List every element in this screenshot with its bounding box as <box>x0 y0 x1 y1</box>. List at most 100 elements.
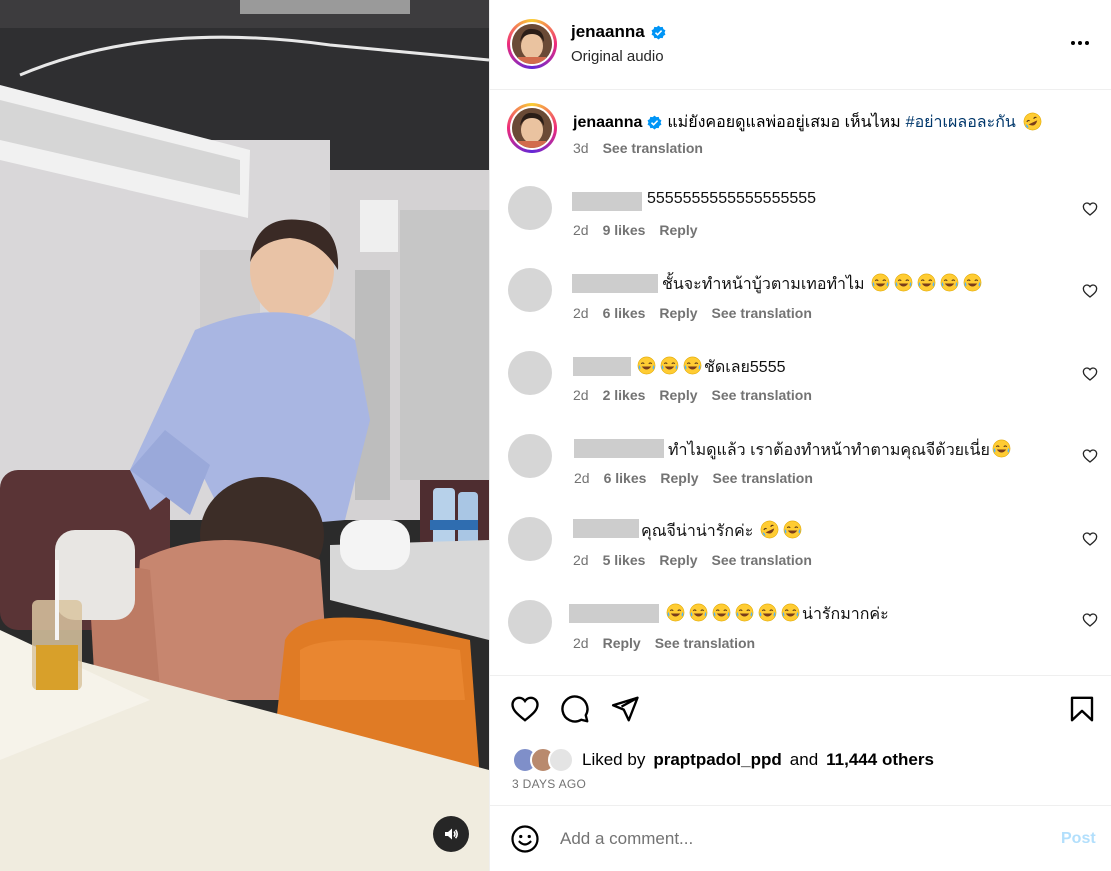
comment-input[interactable] <box>560 826 1040 852</box>
caption-see-translation[interactable]: See translation <box>603 140 703 156</box>
caption-text: แม่ยังคอยดูแลพ่ออยู่เสมอ เห็นไหม <box>667 114 901 131</box>
see-translation-button[interactable]: See translation <box>712 305 812 321</box>
comment-age[interactable]: 2d <box>573 635 589 651</box>
caption-avatar[interactable] <box>507 103 557 153</box>
audio-label[interactable]: Original audio <box>571 48 664 65</box>
comment-text: ชัดเลย5555 <box>635 355 786 380</box>
caption-username[interactable]: jenaanna <box>573 114 642 132</box>
joy-emoji-icon <box>779 603 802 623</box>
comment-age[interactable]: 2d <box>573 387 589 403</box>
bookmark-icon[interactable] <box>1067 694 1097 724</box>
comment-likes[interactable]: 6 likes <box>603 305 646 321</box>
comment-likes[interactable]: 5 likes <box>603 552 646 568</box>
volume-button[interactable] <box>433 816 469 852</box>
reply-button[interactable]: Reply <box>659 222 697 238</box>
heart-icon[interactable] <box>510 694 540 724</box>
share-icon[interactable] <box>610 694 640 724</box>
commenter-username-redacted[interactable] <box>569 604 659 623</box>
joy-emoji-icon <box>756 603 779 623</box>
heart-icon[interactable] <box>1082 612 1098 628</box>
heart-icon[interactable] <box>1082 448 1098 464</box>
joy-emoji-icon <box>990 439 1013 459</box>
verified-icon <box>647 115 662 130</box>
comment-age[interactable]: 2d <box>574 470 590 486</box>
comment-meta: 2d 2 likes Reply See translation <box>573 387 812 403</box>
post-actions: Liked by praptpadol_ppd and 11,444 other… <box>490 675 1111 806</box>
reply-button[interactable]: Reply <box>659 552 697 568</box>
more-options-button[interactable] <box>1066 33 1094 53</box>
see-translation-button[interactable]: See translation <box>712 552 812 568</box>
comment: ชั้นจะทำหน้าบู้วตามเทอทำไม 2d 6 likes Re… <box>490 268 1111 348</box>
joy-emoji-icon <box>961 273 984 293</box>
commenter-username-redacted[interactable] <box>572 192 642 211</box>
heart-icon[interactable] <box>1082 366 1098 382</box>
see-translation-button[interactable]: See translation <box>712 387 812 403</box>
comment: คุณจีน่าน่ารักค่ะ 2d 5 likes Reply See t… <box>490 517 1111 597</box>
heart-icon[interactable] <box>1082 531 1098 547</box>
liked-by-others[interactable]: 11,444 others <box>826 750 934 770</box>
comment: 5555555555555555555 2d 9 likes Reply <box>490 186 1111 266</box>
commenter-avatar[interactable] <box>508 600 552 644</box>
joy-emoji-icon <box>658 356 681 376</box>
author-username-row: jenaanna <box>571 22 666 42</box>
commenter-avatar[interactable] <box>508 351 552 395</box>
likes-summary: Liked by praptpadol_ppd and 11,444 other… <box>512 747 934 773</box>
comment-age[interactable]: 2d <box>573 552 589 568</box>
post-comment-button[interactable]: Post <box>1061 830 1096 848</box>
commenter-username-redacted[interactable] <box>572 274 658 293</box>
post-header: jenaanna Original audio <box>490 0 1111 90</box>
commenter-username-redacted[interactable] <box>574 439 664 458</box>
comment-composer: Post <box>490 806 1111 871</box>
caption: jenaanna แม่ยังคอยดูแลพ่ออยู่เสมอ เห็นไห… <box>573 110 1044 135</box>
commenter-username-redacted[interactable] <box>573 519 639 538</box>
heart-icon[interactable] <box>1082 283 1098 299</box>
comment-meta: 2d 6 likes Reply See translation <box>573 305 812 321</box>
commenter-username-redacted[interactable] <box>573 357 631 376</box>
joy-emoji-icon <box>687 603 710 623</box>
volume-icon <box>445 828 458 840</box>
verified-icon <box>651 25 666 39</box>
see-translation-button[interactable]: See translation <box>713 470 813 486</box>
comment-text: 5555555555555555555 <box>647 190 817 207</box>
reply-button[interactable]: Reply <box>660 470 698 486</box>
comment-age[interactable]: 2d <box>573 305 589 321</box>
reply-button[interactable]: Reply <box>659 387 697 403</box>
video-player[interactable] <box>0 0 489 871</box>
comment-likes[interactable]: 6 likes <box>604 470 647 486</box>
author-username[interactable]: jenaanna <box>571 22 645 42</box>
reply-button[interactable]: Reply <box>659 305 697 321</box>
comment-meta: 2d 9 likes Reply <box>573 222 698 238</box>
comment-age[interactable]: 2d <box>573 222 589 238</box>
commenter-avatar[interactable] <box>508 186 552 230</box>
comment-likes[interactable]: 2 likes <box>603 387 646 403</box>
rolling-laughing-emoji-icon <box>758 520 781 540</box>
comment-meta: 2d Reply See translation <box>573 635 755 651</box>
reply-button[interactable]: Reply <box>603 635 641 651</box>
caption-hashtag[interactable]: #อย่าเผลอละกัน <box>906 110 1016 135</box>
liked-by-user[interactable]: praptpadol_ppd <box>653 750 781 770</box>
commenter-avatar[interactable] <box>508 268 552 312</box>
commenter-avatar[interactable] <box>508 434 552 478</box>
liked-by-prefix: Liked by <box>582 750 646 769</box>
comment-meta: 2d 5 likes Reply See translation <box>573 552 812 568</box>
comment-text: น่ารักมากค่ะ <box>664 602 889 627</box>
heart-icon[interactable] <box>1082 201 1098 217</box>
post-time[interactable]: 3 DAYS AGO <box>512 777 586 791</box>
emoji-icon[interactable] <box>510 824 540 854</box>
see-translation-button[interactable]: See translation <box>655 635 755 651</box>
rolling-laughing-emoji-icon <box>1021 112 1044 133</box>
author-avatar[interactable] <box>507 19 557 69</box>
joy-emoji-icon <box>892 273 915 293</box>
joy-emoji-icon <box>681 356 704 376</box>
post-sidebar: jenaanna Original audio jenaanna แม่ยังค… <box>489 0 1111 871</box>
comment-likes[interactable]: 9 likes <box>603 222 646 238</box>
comment-meta: 2d 6 likes Reply See translation <box>574 470 813 486</box>
more-icon <box>1071 41 1075 45</box>
comment-text: ชั้นจะทำหน้าบู้วตามเทอทำไม <box>662 272 984 297</box>
comment: ชัดเลย5555 2d 2 likes Reply See translat… <box>490 351 1111 431</box>
commenter-avatar[interactable] <box>508 517 552 561</box>
joy-emoji-icon <box>635 356 658 376</box>
comment-icon[interactable] <box>560 694 590 724</box>
caption-age[interactable]: 3d <box>573 140 589 156</box>
liker-avatars[interactable] <box>512 747 574 773</box>
